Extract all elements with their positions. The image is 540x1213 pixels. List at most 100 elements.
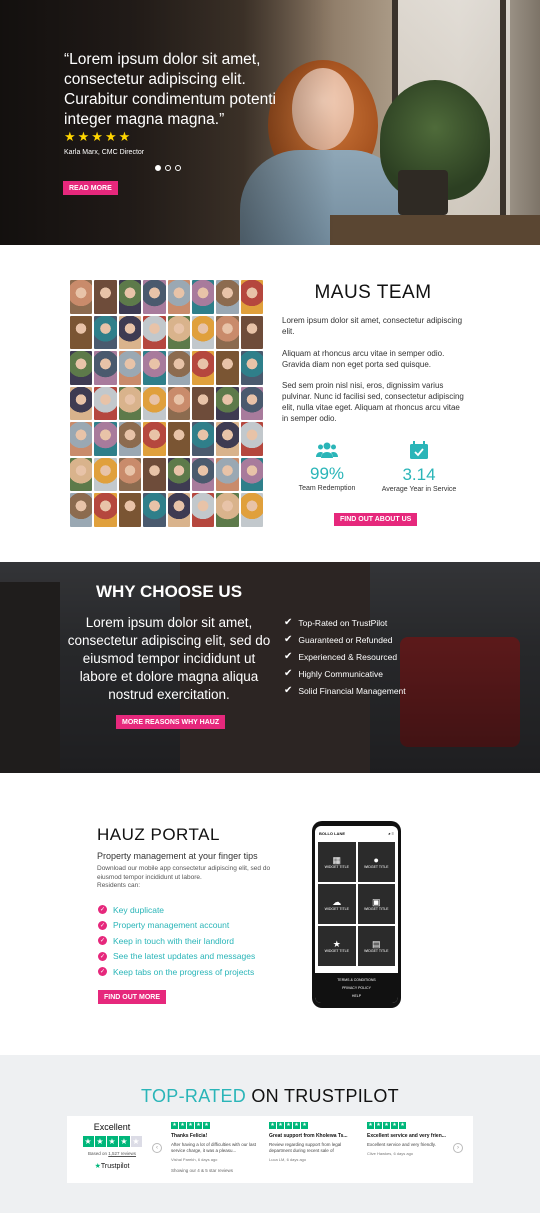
review-stars: ★ ★ ★ ★ ★ <box>171 1122 210 1129</box>
team-member-photo <box>94 280 117 314</box>
portal-feature: ✓ Keep tabs on the progress of projects <box>98 964 255 980</box>
team-member-photo <box>94 315 117 350</box>
team-member-photo <box>94 351 117 385</box>
team-member-photo <box>143 422 166 456</box>
team-member-photo <box>143 493 166 527</box>
team-member-photo <box>118 351 142 385</box>
terms-link[interactable]: TERMS & CONDITIONS <box>315 978 398 982</box>
review-body: Review regarding support from legal depa… <box>269 1142 342 1153</box>
cloud-icon: ☁ <box>332 897 342 907</box>
find-out-more-button[interactable]: FIND OUT MORE <box>98 990 166 1004</box>
team-member-photo <box>70 457 93 492</box>
team-member-photo <box>240 386 263 421</box>
app-widget-tile[interactable]: ▦ WIDGET TITLE <box>318 842 356 882</box>
check-icon: ✔ <box>284 617 293 628</box>
find-out-about-us-button[interactable]: FIND OUT ABOUT US <box>334 513 418 526</box>
team-paragraph-2: Aliquam at rhoncus arcu vitae in semper … <box>282 349 445 369</box>
carousel-dot-3[interactable] <box>175 165 181 171</box>
team-photo-grid <box>70 280 263 527</box>
review-card[interactable]: ★ ★ ★ ★ ★ Excellent service and very frien..… <box>367 1122 457 1156</box>
check-icon: ✔ <box>284 634 293 645</box>
team-member-photo <box>167 280 190 314</box>
review-card[interactable]: ★ ★ ★ ★ ★ Great support from Kholewa Ts... R… <box>269 1122 359 1162</box>
review-title: Thanks Felicia! <box>171 1133 208 1139</box>
team-member-photo <box>240 422 263 456</box>
app-widget-tile[interactable]: ● WIDGET TITLE <box>357 842 395 882</box>
trustpilot-title: TOP-RATED ON TRUSTPILOT <box>0 1086 540 1107</box>
review-body: After having a lot of difficulties with … <box>171 1142 256 1153</box>
team-member-photo <box>191 315 215 350</box>
app-widget-tile[interactable]: ☁ WIDGET TITLE <box>318 884 356 924</box>
user-icon: ● <box>373 855 379 865</box>
team-member-photo <box>216 457 239 492</box>
carousel-next-arrow[interactable]: › <box>453 1143 463 1153</box>
search-menu-icons: ⌕ ≡ <box>388 830 394 836</box>
portal-description-text: Download our mobile app consectetur adip… <box>97 865 271 881</box>
widget-label: WIDGET TITLE <box>364 949 389 953</box>
check-circle-icon: ✓ <box>98 905 107 915</box>
team-member-photo <box>240 457 263 492</box>
stat-value: 3.14 <box>402 465 436 484</box>
why-point-label: Highly Communicative <box>298 668 383 679</box>
team-member-photo <box>94 386 117 421</box>
portal-residents-label: Residents can: <box>97 882 140 889</box>
stat-label: Team Redemption <box>298 485 356 492</box>
review-card[interactable]: ★ ★ ★ ★ ★ Thanks Felicia! After having a lot… <box>171 1122 261 1162</box>
portal-description: Download our mobile app consectetur adip… <box>97 865 277 891</box>
app-widget-tile[interactable]: ▣ WIDGET TITLE <box>357 884 395 924</box>
why-point: ✔ Highly Communicative <box>284 665 406 682</box>
team-paragraph-1: Lorem ipsum dolor sit amet, consectetur … <box>282 316 463 336</box>
based-prefix: Based on <box>87 1151 109 1156</box>
app-widget-tile[interactable]: ★ WIDGET TITLE <box>318 926 356 966</box>
why-point-label: Solid Financial Management <box>298 685 406 696</box>
portal-feature-label: Key duplicate <box>113 904 165 915</box>
check-icon: ✔ <box>284 685 293 696</box>
team-section: MAUS TEAM Lorem ipsum dolor sit amet, co… <box>0 245 540 562</box>
review-stars: ★ ★ ★ ★ ★ <box>367 1122 406 1129</box>
carousel-prev-arrow[interactable]: ‹ <box>152 1143 162 1153</box>
reviews-count-link[interactable]: 1,527 reviews <box>108 1151 136 1156</box>
why-body: Lorem ipsum dolor sit amet, consectetur … <box>67 615 271 702</box>
star-icon: ★ <box>332 939 341 949</box>
widget-label: WIDGET TITLE <box>364 865 389 869</box>
team-member-photo <box>191 493 215 527</box>
team-member-photo <box>118 422 142 456</box>
help-link[interactable]: HELP <box>315 994 398 998</box>
privacy-link[interactable]: PRIVACY POLICY <box>315 986 398 990</box>
why-title: WHY CHOOSE US <box>95 582 243 601</box>
team-member-photo <box>118 280 142 314</box>
more-reasons-button[interactable]: MORE REASONS WHY HAUZ <box>116 715 226 729</box>
team-member-photo <box>94 422 117 456</box>
team-member-photo <box>167 422 190 456</box>
team-title: MAUS TEAM <box>314 282 432 303</box>
portal-feature-label: Keep tabs on the progress of projects <box>113 966 255 977</box>
team-member-photo <box>191 422 215 456</box>
why-point-label: Experienced & Resourced <box>298 651 398 662</box>
team-member-photo <box>70 386 93 421</box>
stat-average-year: 3.14 Average Year in Service <box>378 441 460 493</box>
read-more-button[interactable]: READ MORE <box>63 181 118 195</box>
app-widget-tile[interactable]: ▤ WIDGET TITLE <box>357 926 395 966</box>
team-member-photo <box>240 280 263 314</box>
phone-screen: BOLLO LANE ⌕ ≡ ▦ WIDGET TITLE ● WIDGET TIT… <box>315 826 398 1003</box>
team-member-photo <box>143 280 166 314</box>
bag-icon: ▣ <box>371 897 381 907</box>
team-member-photo <box>118 315 142 350</box>
portal-feature: ✓ Keep in touch with their landlord <box>98 933 255 949</box>
carousel-dot-2[interactable] <box>165 165 171 171</box>
team-member-photo <box>216 280 239 314</box>
trustpilot-widget: Excellent ★ ★ ★ ★ ★ Based on 1,527 reviews ★… <box>67 1116 473 1183</box>
team-member-photo <box>240 315 263 350</box>
carousel-dot-1[interactable] <box>155 165 161 171</box>
portal-feature-label: Keep in touch with their landlord <box>113 935 234 946</box>
document-icon: ▤ <box>371 939 381 949</box>
team-member-photo <box>118 386 142 421</box>
testimonial-quote: “Lorem ipsum dolor sit amet, consectetur… <box>64 51 276 128</box>
stat-team-redemption: 99% Team Redemption <box>286 441 368 492</box>
team-member-photo <box>240 351 263 385</box>
widget-label: WIDGET TITLE <box>364 907 389 911</box>
team-member-photo <box>70 315 93 350</box>
showing-note: Showing our 4 & 5 star reviews <box>171 1168 234 1173</box>
portal-feature: ✓ See the latest updates and messages <box>98 949 255 965</box>
why-choose-us-section: WHY CHOOSE US Lorem ipsum dolor sit amet… <box>0 562 540 773</box>
